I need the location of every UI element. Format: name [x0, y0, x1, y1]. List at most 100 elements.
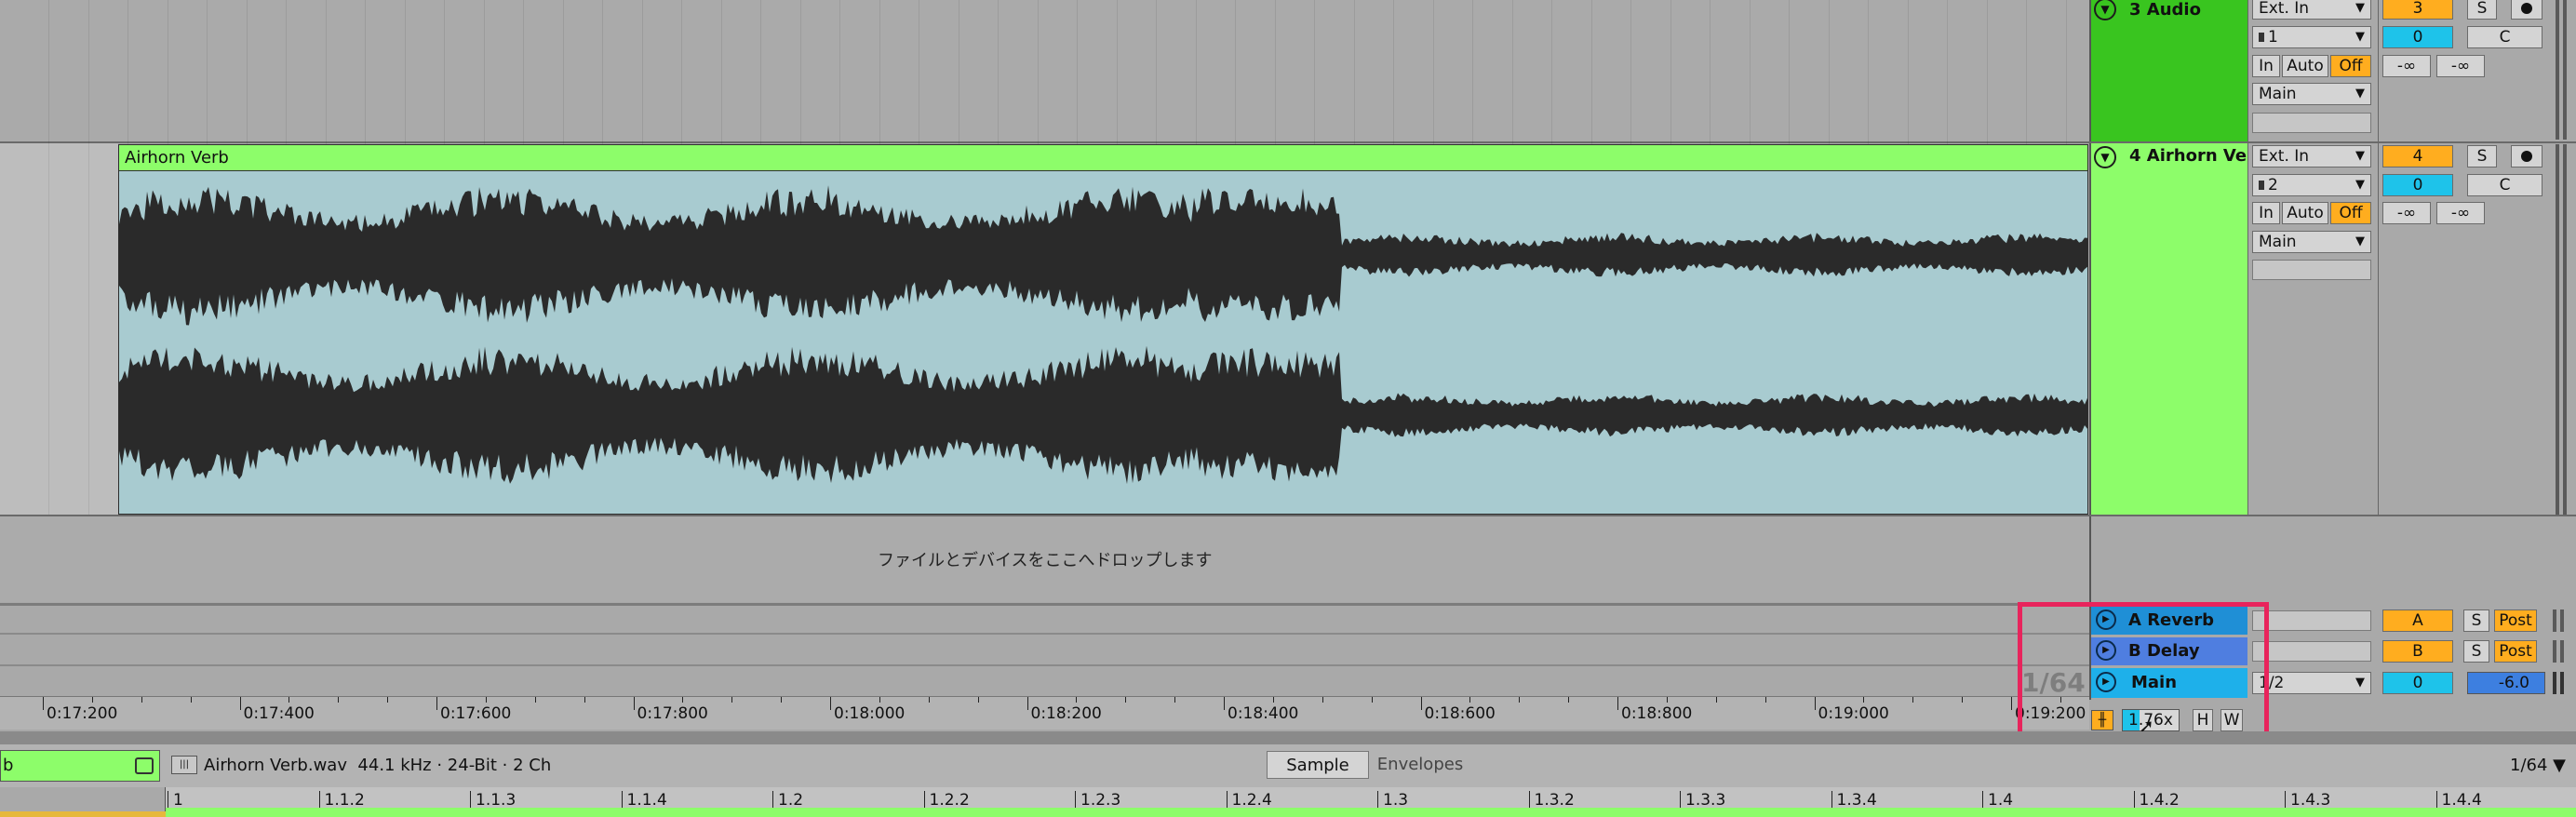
peak-left: -∞ [2382, 202, 2431, 224]
bar-label: 1.4 [1988, 791, 2014, 810]
drop-zone[interactable]: ファイルとデバイスをここへドロップします [0, 516, 2089, 602]
bar-tick [2285, 791, 2286, 808]
tab-envelopes[interactable]: Envelopes [1371, 751, 1469, 779]
monitor-auto-button[interactable]: Auto [2282, 202, 2328, 224]
return-a-letter[interactable]: A [2382, 609, 2453, 632]
monitor-in-button[interactable]: In [2252, 202, 2280, 224]
main-quantize-select[interactable]: 1/2 ▼ [2252, 672, 2371, 694]
solo-button[interactable]: S [2467, 0, 2497, 20]
input-type-select[interactable]: Ext. In ▼ [2252, 145, 2371, 167]
ableton-arrangement-view: { "tracks": [ { "name": "3 Audio", "inpu… [0, 0, 2576, 817]
ruler-tick [2011, 697, 2012, 710]
ruler-minor-tick [338, 697, 340, 703]
audio-clip[interactable]: Airhorn Verb [118, 144, 2088, 515]
main-level[interactable]: -6.0 [2467, 672, 2545, 694]
ruler-minor-tick [584, 697, 585, 703]
bar-tick [318, 791, 320, 808]
ruler-minor-tick [1666, 697, 1668, 703]
bar-label: 1.2 [778, 791, 804, 810]
ruler-minor-tick [1125, 697, 1127, 703]
return-b-output[interactable] [2252, 641, 2371, 662]
output-channel-field[interactable] [2252, 260, 2371, 280]
monitor-auto-button[interactable]: Auto [2282, 55, 2328, 77]
waveform-channel [119, 345, 2087, 485]
output-select[interactable]: Main ▼ [2252, 231, 2371, 253]
clip-header[interactable]: Airhorn Verb [119, 145, 2087, 171]
track-4-header[interactable] [2089, 143, 2247, 516]
bar-label: 1.3.2 [1534, 791, 1575, 810]
volume-field[interactable]: 0 [2382, 174, 2453, 196]
ruler-minor-tick [1715, 697, 1717, 703]
clip-view-divider [0, 731, 2576, 744]
ruler-tick [830, 697, 831, 710]
ruler-minor-tick [534, 697, 536, 703]
monitor-in-button[interactable]: In [2252, 55, 2280, 77]
monitor-off-button[interactable]: Off [2330, 55, 2371, 77]
bar-tick [1528, 791, 1530, 808]
ruler-minor-tick [1076, 697, 1078, 703]
ruler-minor-tick [1272, 697, 1274, 703]
arm-button[interactable] [2511, 0, 2542, 20]
volume-field[interactable]: 0 [2382, 26, 2453, 48]
return-a-output[interactable] [2252, 610, 2371, 631]
ruler-tick [1026, 697, 1028, 710]
level-meter [2560, 609, 2564, 632]
ruler-minor-tick [977, 697, 979, 703]
bar-tick [772, 791, 773, 808]
return-b-post[interactable]: Post [2494, 640, 2537, 663]
return-a-post[interactable]: Post [2494, 609, 2537, 632]
ruler-label: 0:18:600 [1424, 704, 1496, 723]
track-header-empty-area [2089, 516, 2576, 603]
pan-field[interactable]: C [2467, 26, 2542, 48]
ruler-minor-tick [387, 697, 389, 703]
input-type-select[interactable]: Ext. In ▼ [2252, 0, 2371, 20]
monitor-off-button[interactable]: Off [2330, 202, 2371, 224]
arm-button[interactable] [2511, 145, 2542, 167]
level-meter [2553, 640, 2556, 663]
ruler-tick [1814, 697, 1816, 710]
ruler-label: 0:17:200 [47, 704, 118, 723]
clip-title-tab[interactable]: b [0, 750, 160, 782]
peak-right: -∞ [2436, 202, 2485, 224]
tab-sample[interactable]: Sample [1267, 751, 1369, 779]
main-volume[interactable]: 0 [2382, 672, 2453, 694]
return-a-solo[interactable]: S [2463, 609, 2489, 632]
solo-button[interactable]: S [2467, 145, 2497, 167]
bar-label: 1.3 [1383, 791, 1409, 810]
level-meter [2556, 0, 2559, 140]
ruler-tick [43, 697, 44, 710]
return-b-letter[interactable]: B [2382, 640, 2453, 663]
grid-line [48, 0, 49, 515]
ruler-minor-tick [879, 697, 880, 703]
input-channel-select[interactable]: 2 ▼ [2252, 174, 2371, 196]
input-channel-select[interactable]: 1 ▼ [2252, 26, 2371, 48]
time-ruler[interactable]: 0:17:200 0:17:400 0:17:600 0:17:800 0:18:000… [0, 696, 2160, 730]
track-3-header[interactable] [2089, 0, 2247, 141]
output-channel-field[interactable] [2252, 113, 2371, 133]
track-activator-button[interactable]: 4 [2382, 145, 2453, 167]
ruler-tick [1617, 697, 1618, 710]
bar-label: 1.2.4 [1231, 791, 1272, 810]
ruler-tick [1420, 697, 1422, 710]
pan-field[interactable]: C [2467, 174, 2542, 196]
track-4-name[interactable]: 4 Airhorn Ver [2129, 146, 2255, 166]
return-b-solo[interactable]: S [2463, 640, 2489, 663]
mixer-column [2378, 0, 2576, 603]
track-3-name[interactable]: 3 Audio [2129, 0, 2201, 20]
track-fold-icon[interactable]: ▼ [2094, 146, 2116, 168]
bar-tick [1831, 791, 1832, 808]
save-icon[interactable] [135, 757, 154, 774]
bar-tick [1982, 791, 1983, 808]
output-select[interactable]: Main ▼ [2252, 83, 2371, 105]
level-meter [2553, 672, 2556, 694]
ruler-minor-tick [141, 697, 142, 703]
return-lanes [0, 603, 2089, 696]
bar-label: 1.1.2 [324, 791, 365, 810]
clip-grid-value[interactable]: 1/64 ▼ [2510, 756, 2566, 775]
clip-bar-ruler[interactable]: 1 1.1.2 1.1.3 1.1.4 1.2 1.2.2 1.2.3 1.2.4 1.3 1.3… [0, 787, 2576, 817]
level-meter [2553, 609, 2556, 632]
bar-label: 1.3.3 [1685, 791, 1726, 810]
track-activator-button[interactable]: 3 [2382, 0, 2453, 20]
record-arm-icon [2521, 151, 2532, 162]
drop-zone-text: ファイルとデバイスをここへドロップします [878, 551, 1213, 570]
